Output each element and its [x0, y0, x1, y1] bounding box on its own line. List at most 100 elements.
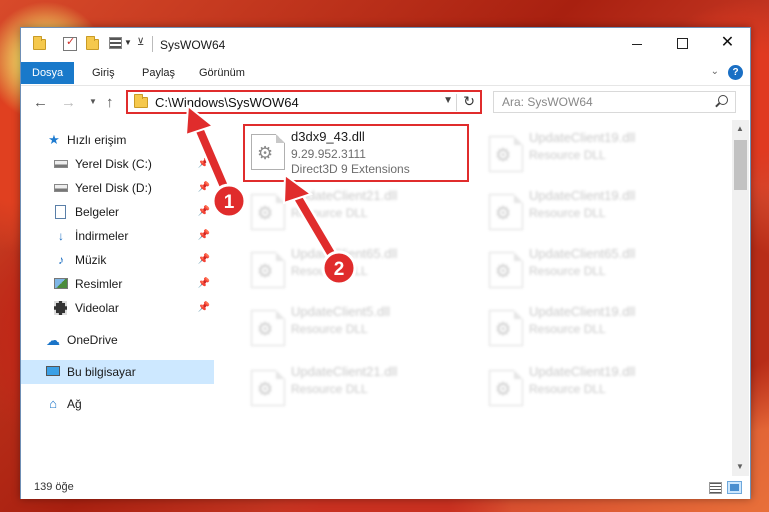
dll-file-icon: ⚙	[489, 310, 523, 346]
sidebar-item-downloads[interactable]: ↓ İndirmeler 📌	[21, 224, 214, 248]
title-divider	[152, 36, 153, 52]
file-name: UpdateClient19.dll	[529, 130, 636, 145]
help-icon[interactable]: ?	[728, 65, 743, 80]
tab-dosya[interactable]: Dosya	[21, 62, 75, 84]
file-description: Resource DLL	[529, 322, 606, 336]
up-button[interactable]: ↑	[106, 94, 114, 111]
dll-file-icon: ⚙	[251, 310, 285, 346]
sidebar-item-label: Videolar	[75, 301, 119, 315]
sidebar-item-label: Müzik	[75, 253, 107, 267]
forward-button[interactable]: →	[61, 94, 76, 111]
address-path[interactable]: C:\Windows\SysWOW64	[155, 95, 299, 110]
view-options-icon[interactable]	[109, 37, 122, 49]
dll-file-icon: ⚙	[489, 252, 523, 288]
download-icon: ↓	[58, 229, 64, 243]
pin-icon[interactable]: 📌	[198, 230, 210, 241]
pin-icon[interactable]: 📌	[198, 254, 210, 265]
search-box[interactable]	[493, 91, 736, 113]
sidebar-item-videos[interactable]: Videolar 📌	[21, 296, 214, 320]
address-bar[interactable]: C:\Windows\SysWOW64 ▼ ↻	[126, 90, 482, 114]
tab-giris[interactable]: Giriş	[81, 62, 126, 84]
sidebar-item-documents[interactable]: Belgeler 📌	[21, 200, 214, 224]
file-list: ⚙ d3dx9_43.dll 9.29.952.3111 Direct3D 9 …	[215, 120, 731, 476]
address-divider	[456, 94, 457, 111]
chevron-down-icon[interactable]: ▼	[124, 38, 132, 47]
close-button[interactable]: ✕	[705, 28, 750, 58]
file-item-d3dx9-43[interactable]: ⚙ d3dx9_43.dll 9.29.952.3111 Direct3D 9 …	[243, 124, 469, 182]
sidebar-item-quick-access[interactable]: ★ Hızlı erişim	[21, 128, 214, 152]
file-item[interactable]: ⚙ UpdateClient19.dll Resource DLL	[481, 360, 711, 418]
properties-icon[interactable]	[63, 35, 77, 51]
sidebar-item-label: Resimler	[75, 277, 123, 291]
tab-paylas[interactable]: Paylaş	[131, 62, 186, 84]
title-bar: ▼ ⊻ SysWOW64 ✕	[21, 28, 750, 62]
window-title: SysWOW64	[160, 38, 226, 52]
file-name: UpdateClient19.dll	[529, 304, 636, 319]
expand-ribbon-icon[interactable]: ⌄	[711, 66, 719, 77]
scroll-down-icon[interactable]: ▼	[736, 462, 744, 471]
customize-toolbar-icon[interactable]: ⊻	[137, 37, 144, 48]
file-item[interactable]: ⚙ UpdateClient65.dll Resource DLL	[243, 242, 473, 300]
dll-file-icon: ⚙	[489, 370, 523, 406]
drive-icon	[54, 160, 68, 168]
sidebar-item-this-pc[interactable]: Bu bilgisayar	[21, 360, 214, 384]
tab-gorunum[interactable]: Görünüm	[188, 62, 256, 84]
file-item[interactable]: ⚙ UpdateClient19.dll Resource DLL	[481, 184, 711, 242]
back-button[interactable]: ←	[33, 94, 48, 111]
status-bar: 139 öğe	[21, 477, 750, 499]
refresh-icon[interactable]: ↻	[463, 93, 475, 110]
file-description: Resource DLL	[291, 264, 368, 278]
recent-locations-icon[interactable]: ▼	[89, 97, 97, 106]
maximize-button[interactable]	[660, 28, 705, 58]
sidebar-item-label: Yerel Disk (D:)	[75, 181, 152, 195]
file-name: UpdateClient5.dll	[291, 304, 391, 319]
file-item[interactable]: ⚙ UpdateClient65.dll Resource DLL	[481, 242, 711, 300]
file-description: Resource DLL	[529, 264, 606, 278]
pin-icon[interactable]: 📌	[198, 206, 210, 217]
sidebar-item-music[interactable]: ♪ Müzik 📌	[21, 248, 214, 272]
file-item[interactable]: ⚙ UpdateClient21.dll Resource DLL	[243, 184, 473, 242]
network-icon: ⌂	[49, 396, 57, 411]
pin-icon[interactable]: 📌	[198, 278, 210, 289]
ribbon-tabs: Dosya Giriş Paylaş Görünüm ⌄ ?	[21, 62, 750, 84]
dll-file-icon: ⚙	[489, 136, 523, 172]
scroll-thumb[interactable]	[734, 140, 747, 190]
address-dropdown-icon[interactable]: ▼	[443, 95, 453, 106]
scroll-up-icon[interactable]: ▲	[736, 124, 744, 133]
vertical-scrollbar[interactable]: ▲ ▼	[732, 120, 749, 476]
search-icon[interactable]	[718, 95, 728, 105]
file-name: UpdateClient65.dll	[529, 246, 636, 261]
drive-icon	[54, 184, 68, 192]
sidebar-item-local-disk-c[interactable]: Yerel Disk (C:) 📌	[21, 152, 214, 176]
file-name: UpdateClient21.dll	[291, 188, 398, 203]
sidebar-item-label: Yerel Disk (C:)	[75, 157, 152, 171]
sidebar-item-label: Bu bilgisayar	[67, 365, 136, 379]
search-input[interactable]	[502, 95, 702, 109]
dll-file-icon: ⚙	[251, 252, 285, 288]
item-count: 139 öğe	[34, 481, 74, 493]
new-folder-icon[interactable]	[86, 36, 99, 50]
sidebar-item-onedrive[interactable]: ☁ OneDrive	[21, 328, 214, 352]
sidebar-item-pictures[interactable]: Resimler 📌	[21, 272, 214, 296]
sidebar-item-label: Belgeler	[75, 205, 120, 219]
dll-file-icon: ⚙	[251, 370, 285, 406]
dll-file-icon: ⚙	[489, 194, 523, 230]
file-item[interactable]: ⚙ UpdateClient21.dll Resource DLL	[243, 360, 473, 418]
sidebar-item-local-disk-d[interactable]: Yerel Disk (D:) 📌	[21, 176, 214, 200]
file-item[interactable]: ⚙ UpdateClient19.dll Resource DLL	[481, 126, 711, 184]
sidebar-item-network[interactable]: ⌂ Ağ	[21, 392, 214, 416]
file-item[interactable]: ⚙ UpdateClient19.dll Resource DLL	[481, 300, 711, 358]
details-view-icon[interactable]	[709, 482, 722, 494]
minimize-button[interactable]	[615, 28, 660, 58]
pin-icon[interactable]: 📌	[198, 182, 210, 193]
file-description: Resource DLL	[291, 206, 368, 220]
pin-icon[interactable]: 📌	[198, 302, 210, 313]
computer-icon	[46, 366, 60, 376]
file-item[interactable]: ⚙ UpdateClient5.dll Resource DLL	[243, 300, 473, 358]
file-version: 9.29.952.3111	[291, 147, 366, 161]
file-name: UpdateClient19.dll	[529, 364, 636, 379]
sidebar-item-label: OneDrive	[67, 333, 118, 347]
pictures-icon	[54, 278, 68, 289]
pin-icon[interactable]: 📌	[198, 158, 210, 169]
tiles-view-icon[interactable]	[727, 481, 742, 494]
